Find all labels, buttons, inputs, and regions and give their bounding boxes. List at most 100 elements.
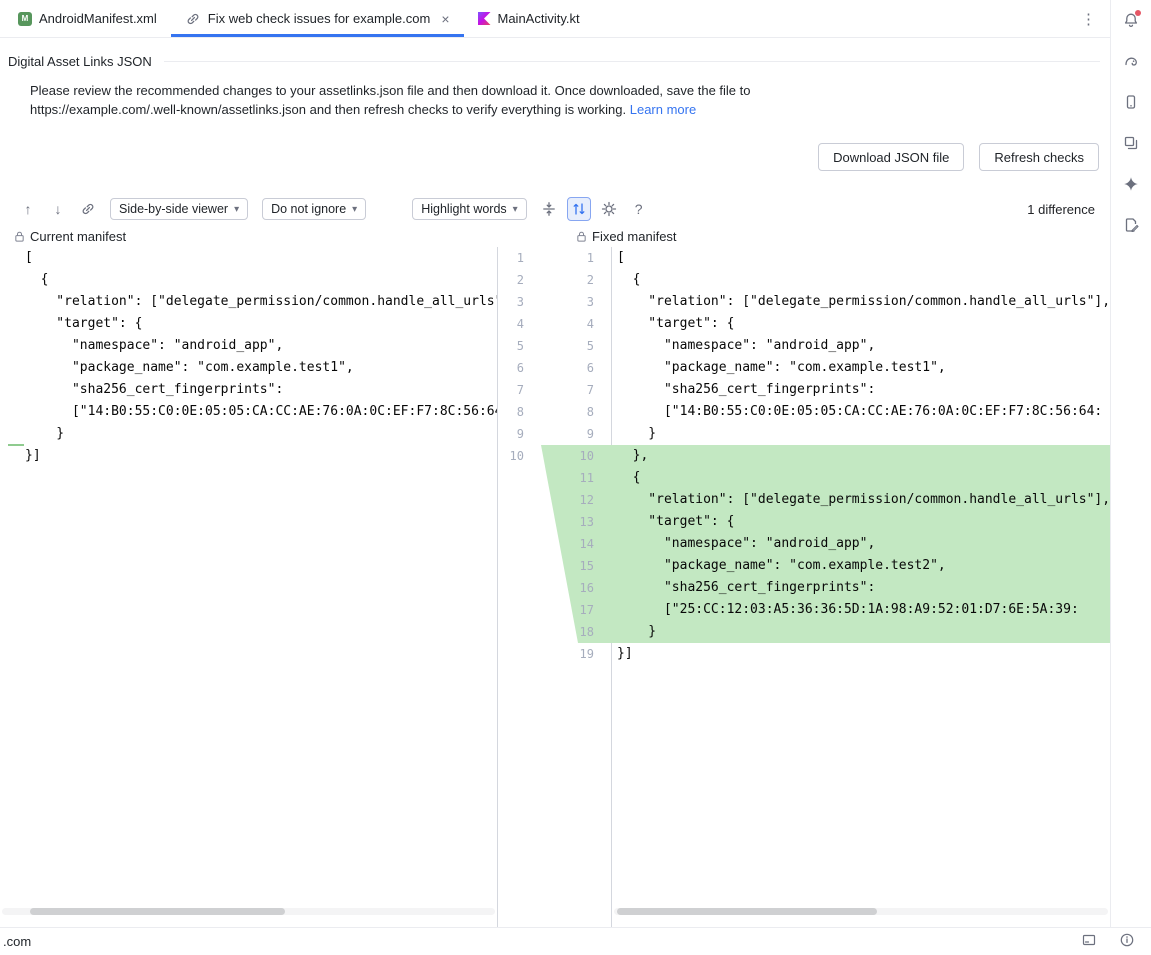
device-manager-icon[interactable]	[1119, 90, 1143, 114]
learn-more-link[interactable]: Learn more	[630, 102, 696, 117]
status-path: .com	[3, 934, 31, 949]
code-line: ["25:CC:12:03:A5:36:36:5D:1A:98:A9:52:01…	[612, 599, 1110, 621]
right-horizontal-scrollbar[interactable]	[614, 908, 1108, 915]
notifications-icon[interactable]	[1119, 8, 1143, 32]
notification-dot	[1135, 10, 1141, 16]
jump-to-source-icon[interactable]	[76, 197, 100, 221]
right-line-numbers: 12345678910111213141516171819	[568, 247, 594, 665]
close-icon[interactable]: ×	[441, 11, 449, 27]
main-area: M AndroidManifest.xml Fix web check issu…	[0, 0, 1110, 927]
right-tool-rail	[1110, 0, 1151, 927]
line-number: 18	[568, 621, 594, 643]
code-line: }	[612, 621, 1110, 643]
line-number: 9	[498, 423, 524, 445]
help-icon[interactable]: ?	[627, 197, 651, 221]
manifest-file-icon: M	[18, 12, 32, 26]
info-icon[interactable]	[1119, 932, 1135, 951]
collapse-unchanged-icon[interactable]	[537, 197, 561, 221]
gemini-icon[interactable]	[1119, 172, 1143, 196]
code-line: "namespace": "android_app",	[612, 533, 1110, 555]
scrollbar-thumb[interactable]	[30, 908, 285, 915]
line-number: 8	[568, 401, 594, 423]
right-code: [ { "relation": ["delegate_permission/co…	[612, 247, 1110, 665]
page-title: Digital Asset Links JSON	[8, 54, 152, 69]
line-number: 5	[498, 335, 524, 357]
line-number: 6	[568, 357, 594, 379]
settings-icon[interactable]	[597, 197, 621, 221]
line-number: 10	[498, 445, 524, 467]
active-tab-underline	[171, 34, 464, 37]
fixed-manifest-pane[interactable]: [ { "relation": ["delegate_permission/co…	[612, 247, 1110, 928]
left-code: [ { "relation": ["delegate_permission/co…	[0, 247, 497, 467]
code-line: "package_name": "com.example.test2",	[612, 555, 1110, 577]
status-bar: .com	[0, 927, 1151, 955]
insertion-marker	[8, 444, 24, 446]
tab-label: AndroidManifest.xml	[39, 11, 157, 26]
code-line: }]	[612, 643, 1110, 665]
tab-mainactivity[interactable]: MainActivity.kt	[464, 0, 594, 37]
line-number: 2	[498, 269, 524, 291]
previous-difference-icon[interactable]: ↑	[16, 197, 40, 221]
line-number: 7	[568, 379, 594, 401]
current-manifest-pane[interactable]: [ { "relation": ["delegate_permission/co…	[0, 247, 497, 928]
tab-androidmanifest[interactable]: M AndroidManifest.xml	[4, 0, 171, 37]
code-line: "relation": ["delegate_permission/common…	[612, 489, 1110, 511]
editor-tab-bar: M AndroidManifest.xml Fix web check issu…	[0, 0, 1110, 38]
description: Please review the recommended changes to…	[30, 81, 1110, 119]
status-icons	[1081, 932, 1151, 951]
code-line: ["14:B0:55:C0:0E:05:05:CA:CC:AE:76:0A:0C…	[0, 401, 497, 423]
line-number: 16	[568, 577, 594, 599]
highlight-mode-select[interactable]: Highlight words ▾	[412, 198, 527, 220]
resource-manager-icon[interactable]	[1119, 131, 1143, 155]
current-manifest-title: Current manifest	[14, 229, 126, 244]
gradle-icon[interactable]	[1119, 49, 1143, 73]
line-number: 4	[498, 313, 524, 335]
whitespace-ignore-select[interactable]: Do not ignore ▾	[262, 198, 366, 220]
viewer-mode-select[interactable]: Side-by-side viewer ▾	[110, 198, 248, 220]
download-json-button[interactable]: Download JSON file	[818, 143, 964, 171]
scrollbar-thumb[interactable]	[617, 908, 877, 915]
code-line: [	[0, 247, 497, 269]
difference-count: 1 difference	[1027, 202, 1095, 217]
diff-toolbar: ↑ ↓ Side-by-side viewer ▾ Do not ignore …	[0, 195, 1110, 223]
app-links-assistant-icon[interactable]	[1119, 213, 1143, 237]
line-number: 1	[498, 247, 524, 269]
viewer-mode-value: Side-by-side viewer	[119, 202, 228, 216]
line-number: 8	[498, 401, 524, 423]
line-number: 11	[568, 467, 594, 489]
chevron-down-icon: ▾	[352, 204, 357, 215]
more-actions-icon[interactable]: ⋮	[1067, 0, 1110, 37]
line-number: 15	[568, 555, 594, 577]
section-head: Digital Asset Links JSON	[8, 54, 1110, 69]
code-line: "package_name": "com.example.test1",	[0, 357, 497, 379]
refresh-checks-button[interactable]: Refresh checks	[979, 143, 1099, 171]
line-number: 7	[498, 379, 524, 401]
sync-scroll-icon[interactable]	[567, 197, 591, 221]
description-line-1: Please review the recommended changes to…	[30, 81, 1110, 100]
left-line-numbers: 12345678910	[498, 247, 524, 467]
line-number: 13	[568, 511, 594, 533]
diff-body: [ { "relation": ["delegate_permission/co…	[0, 247, 1110, 928]
window-icon[interactable]	[1081, 932, 1097, 951]
tab-fix-web-check[interactable]: Fix web check issues for example.com ×	[171, 0, 464, 37]
chevron-down-icon: ▾	[234, 204, 239, 215]
pane-headers: Current manifest Fixed manifest	[0, 229, 1110, 247]
link-icon	[185, 11, 201, 27]
left-horizontal-scrollbar[interactable]	[2, 908, 495, 915]
code-line: "namespace": "android_app",	[612, 335, 1110, 357]
lock-icon	[14, 230, 25, 243]
code-line: "target": {	[0, 313, 497, 335]
next-difference-icon[interactable]: ↓	[46, 197, 70, 221]
line-number: 17	[568, 599, 594, 621]
code-line: {	[612, 467, 1110, 489]
code-line: },	[612, 445, 1110, 467]
line-number: 6	[498, 357, 524, 379]
highlight-mode-value: Highlight words	[421, 202, 506, 216]
code-line: ["14:B0:55:C0:0E:05:05:CA:CC:AE:76:0A:0C…	[612, 401, 1110, 423]
lock-icon	[576, 230, 587, 243]
line-number: 5	[568, 335, 594, 357]
tab-label: MainActivity.kt	[498, 11, 580, 26]
action-buttons: Download JSON file Refresh checks	[0, 143, 1110, 171]
line-number: 2	[568, 269, 594, 291]
line-number: 12	[568, 489, 594, 511]
